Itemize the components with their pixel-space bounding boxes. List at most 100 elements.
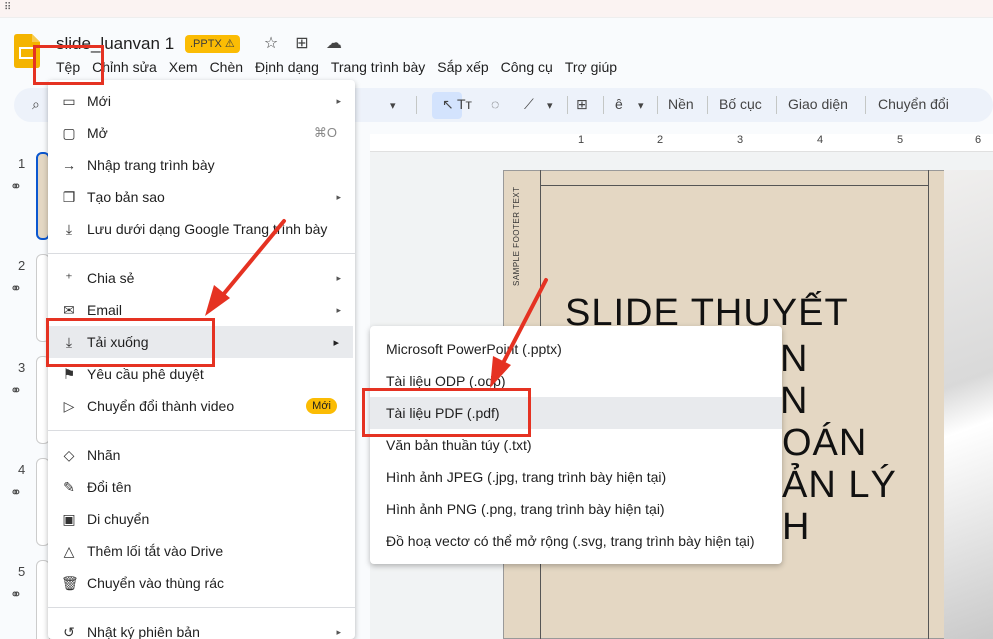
menu-item-label: Mới <box>87 93 111 109</box>
move-folder-icon: ▣ <box>62 510 76 527</box>
cloud-status-icon[interactable]: ☁ <box>325 35 343 53</box>
annotation-highlight-download <box>46 318 215 367</box>
slide-frame-line <box>928 170 929 639</box>
ruler-tick: 4 <box>817 134 824 146</box>
menu-divider <box>48 253 355 254</box>
slide-title-line[interactable]: N <box>780 380 808 423</box>
label-tag-icon: ◇ <box>63 446 75 463</box>
approval-stamp-icon: ⚑ <box>62 365 76 382</box>
menu-item-label: Lưu dưới dạng Google Trang trình bày <box>87 221 328 237</box>
submenu-arrow-icon: ▸ <box>336 95 341 106</box>
menu-item-label: Tạo bản sao <box>87 189 165 205</box>
menu-format[interactable]: Định dạng <box>249 57 325 77</box>
toolbar-divider <box>865 96 866 114</box>
star-icon[interactable]: ☆ <box>262 35 280 53</box>
video-icon: ▷ <box>63 397 75 414</box>
shape-icon[interactable]: ◌ <box>491 96 499 112</box>
drive-shortcut-icon: △ <box>63 542 75 559</box>
menu-item-label: Nhãn <box>87 447 121 463</box>
download-pptx[interactable]: Microsoft PowerPoint (.pptx) <box>370 333 782 365</box>
file-menu-labels[interactable]: ◇ Nhãn <box>48 439 355 471</box>
layout-button[interactable]: Bố cục <box>719 96 762 112</box>
search-menus-icon[interactable]: ⌕ <box>32 96 40 113</box>
menu-bar: Tệp Chỉnh sửa Xem Chèn Định dạng Trang t… <box>48 57 623 77</box>
toolbar-divider <box>776 96 777 114</box>
menu-item-label: Đổi tên <box>87 479 132 495</box>
menu-item-label: Nhật ký phiên bản <box>87 624 200 639</box>
file-menu-import-slides[interactable]: → Nhập trang trình bày <box>48 149 355 181</box>
file-menu-version-history[interactable]: ↺ Nhật ký phiên bản ▸ <box>48 616 355 639</box>
file-menu-make-copy[interactable]: ❐ Tạo bản sao ▸ <box>48 181 355 213</box>
slide-title-line[interactable]: ẢN LÝ <box>782 464 897 507</box>
menu-item-label: Yêu cầu phê duyệt <box>87 366 204 382</box>
download-submenu: Microsoft PowerPoint (.pptx) Tài liệu OD… <box>370 326 782 564</box>
submenu-arrow-icon: ▸ <box>336 272 341 283</box>
file-menu-new[interactable]: ▭ Mới ▸ <box>48 85 355 117</box>
file-menu-move[interactable]: ▣ Di chuyển <box>48 503 355 535</box>
transition-button[interactable]: Chuyển đổi <box>878 96 949 112</box>
file-menu-share[interactable]: ⁺ Chia sẻ ▸ <box>48 262 355 294</box>
line-icon[interactable]: ⟋ <box>524 96 534 113</box>
import-icon: → <box>62 157 76 173</box>
history-icon: ↺ <box>63 623 75 639</box>
toolbar-divider <box>707 96 708 114</box>
menu-item-label: Di chuyển <box>87 511 150 527</box>
download-svg[interactable]: Đồ hoạ vectơ có thể mở rộng (.svg, trang… <box>370 525 782 557</box>
toolbar-divider <box>567 96 568 114</box>
annotation-highlight-pdf <box>362 388 531 437</box>
slide-title-line[interactable]: N <box>780 338 808 381</box>
download-png[interactable]: Hình ảnh PNG (.png, trang trình bày hiện… <box>370 493 782 525</box>
line-dropdown-icon[interactable]: ▾ <box>547 99 553 112</box>
linked-object-icon[interactable]: ⚭ <box>10 586 22 603</box>
pen-dropdown-icon[interactable]: ▾ <box>638 99 644 112</box>
submenu-arrow-icon: ▸ <box>336 191 341 202</box>
file-menu-add-shortcut[interactable]: △ Thêm lối tắt vào Drive <box>48 535 355 567</box>
file-menu-rename[interactable]: ✎ Đổi tên <box>48 471 355 503</box>
ruler-tick: 3 <box>737 134 744 146</box>
menu-insert[interactable]: Chèn <box>204 57 249 77</box>
menu-arrange[interactable]: Sắp xếp <box>431 57 494 77</box>
menu-view[interactable]: Xem <box>163 57 204 77</box>
file-menu-save-as-google-slides[interactable]: ⤓ Lưu dưới dạng Google Trang trình bày <box>48 213 355 245</box>
file-menu-convert-to-video[interactable]: ▷ Chuyển đổi thành video Mới <box>48 390 355 422</box>
slide-footer-text[interactable]: SAMPLE FOOTER TEXT <box>512 186 521 286</box>
slide-photo[interactable] <box>944 170 993 639</box>
slide-title-line[interactable]: H <box>782 506 810 549</box>
thumbnail-number: 2 <box>18 258 26 273</box>
apps-grid-icon[interactable]: ⠿ <box>4 2 11 13</box>
pen-tool-icon[interactable]: ȇ <box>615 96 623 112</box>
ruler-tick: 2 <box>657 134 664 146</box>
menu-help[interactable]: Trợ giúp <box>559 57 623 77</box>
menu-item-label: Email <box>87 302 123 318</box>
menu-item-label: Nhập trang trình bày <box>87 157 215 173</box>
menu-slide[interactable]: Trang trình bày <box>325 57 431 77</box>
thumbnail-number: 3 <box>18 360 26 375</box>
submenu-arrow-icon: ▸ <box>336 626 341 637</box>
linked-object-icon[interactable]: ⚭ <box>10 280 22 297</box>
slide-frame-line <box>540 185 929 186</box>
move-folder-icon[interactable]: ⊞ <box>293 35 311 53</box>
background-button[interactable]: Nền <box>668 96 694 112</box>
file-menu-open[interactable]: ▢ Mở ⌘O <box>48 117 355 149</box>
thumbnail-number: 4 <box>18 462 26 477</box>
add-comment-icon[interactable]: ⊞ <box>576 96 588 113</box>
linked-object-icon[interactable]: ⚭ <box>10 382 22 399</box>
text-box-icon[interactable]: Tт <box>457 96 472 112</box>
slide-title-line[interactable]: OÁN <box>782 422 867 465</box>
menu-tools[interactable]: Công cụ <box>495 57 559 77</box>
menu-divider <box>48 430 355 431</box>
trash-icon: 🗑 <box>61 574 79 591</box>
linked-object-icon[interactable]: ⚭ <box>10 178 22 195</box>
toolbar-divider <box>603 96 604 114</box>
select-cursor-icon[interactable]: ↖ <box>442 96 454 113</box>
zoom-dropdown-icon[interactable]: ▾ <box>390 99 396 112</box>
menu-item-label: Chuyển vào thùng rác <box>87 575 224 591</box>
menu-item-label: Thêm lối tắt vào Drive <box>87 543 224 559</box>
file-menu-move-to-trash[interactable]: 🗑 Chuyển vào thùng rác <box>48 567 355 599</box>
file-format-badge[interactable]: .PPTX ⚠ <box>185 35 240 53</box>
download-jpeg[interactable]: Hình ảnh JPEG (.jpg, trang trình bày hiệ… <box>370 461 782 493</box>
linked-object-icon[interactable]: ⚭ <box>10 484 22 501</box>
theme-button[interactable]: Giao diện <box>788 96 848 112</box>
thumbnail-number: 1 <box>18 156 26 171</box>
menu-divider <box>48 607 355 608</box>
